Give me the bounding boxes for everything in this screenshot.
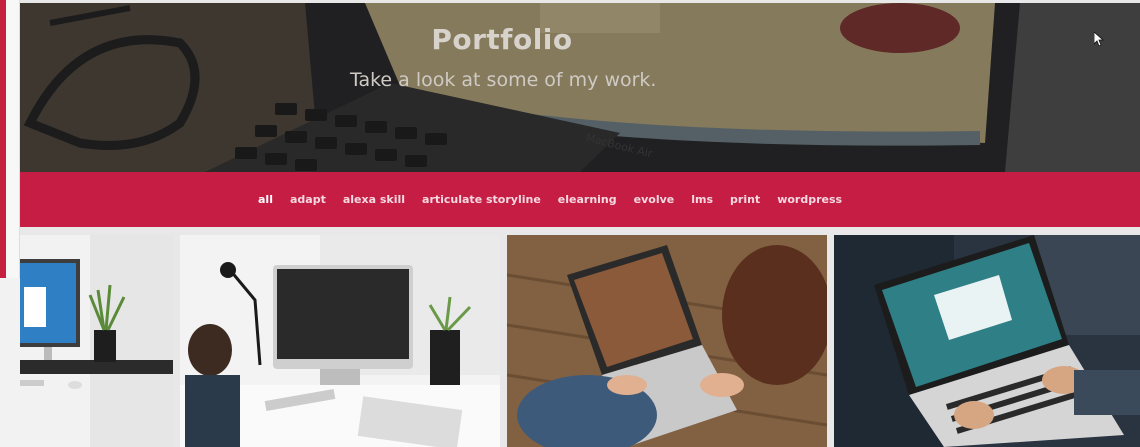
filter-evolve[interactable]: evolve [634,193,675,206]
filter-all[interactable]: all [258,193,273,206]
filter-adapt[interactable]: adapt [290,193,326,206]
hands-typing-laptop-image [834,235,1140,447]
page-title: Portfolio [431,23,573,56]
man-at-imac-image [180,235,500,447]
page-left-edge [0,0,20,447]
page-subtitle: Take a look at some of my work. [350,69,657,91]
portfolio-hero: MacBook Air Portfolio Take a look at som… [20,3,1140,172]
filter-articulate-storyline[interactable]: articulate storyline [422,193,541,206]
portfolio-item-imac-workstation[interactable] [180,235,500,447]
filter-print[interactable]: print [730,193,760,206]
portfolio-item-laptop-woman[interactable] [507,235,827,447]
portfolio-item-laptop-typing[interactable] [834,235,1140,447]
filter-list: all adapt alexa skill articulate storyli… [258,172,859,227]
portfolio-grid [20,235,1140,447]
left-panel-strip [6,0,20,278]
woman-using-laptop-image [507,235,827,447]
portfolio-filter-bar: all adapt alexa skill articulate storyli… [20,172,1140,227]
desktop-monitor-plant-image [20,235,173,447]
filter-wordpress[interactable]: wordpress [777,193,842,206]
mouse-cursor-icon [1094,32,1104,46]
portfolio-item-desktop[interactable] [20,235,173,447]
filter-alexa-skill[interactable]: alexa skill [343,193,405,206]
filter-elearning[interactable]: elearning [558,193,617,206]
filter-lms[interactable]: lms [691,193,713,206]
